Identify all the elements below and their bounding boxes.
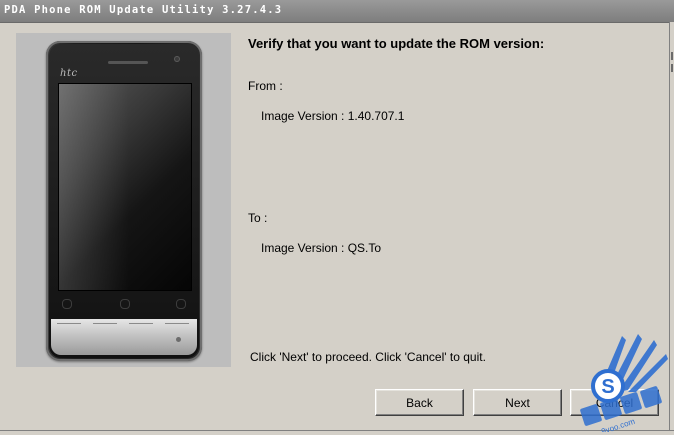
phone-speaker — [108, 61, 148, 64]
from-image-version: Image Version : 1.40.707.1 — [261, 109, 405, 123]
hardware-key — [129, 323, 153, 330]
window-title: PDA Phone ROM Update Utility 3.27.4.3 — [4, 4, 283, 16]
to-image-version: Image Version : QS.To — [261, 241, 382, 255]
cancel-button[interactable]: Cancel — [570, 389, 659, 416]
phone-illustration: htc — [46, 41, 202, 361]
from-label: From : — [248, 79, 283, 93]
device-image-panel: htc — [16, 33, 231, 367]
phone-chin — [51, 319, 197, 355]
touch-key-icon — [176, 299, 186, 309]
touch-key-icon — [120, 299, 130, 309]
page-heading: Verify that you want to update the ROM v… — [248, 36, 545, 51]
hardware-key — [57, 323, 81, 330]
next-button[interactable]: Next — [473, 389, 562, 416]
title-bar[interactable]: PDA Phone ROM Update Utility 3.27.4.3 — [0, 0, 674, 23]
phone-hardware-keys — [57, 323, 191, 331]
touch-key-icon — [62, 299, 72, 309]
rom-update-window: PDA Phone ROM Update Utility 3.27.4.3 ht… — [0, 0, 674, 435]
watermark-logo: S 9yoo.com — [580, 334, 668, 432]
edge-mark — [671, 64, 673, 72]
window-bottom-edge — [0, 430, 674, 435]
wing-icon — [598, 334, 668, 392]
window-right-edge — [669, 22, 674, 435]
edge-mark — [671, 52, 673, 60]
instruction-text: Click 'Next' to proceed. Click 'Cancel' … — [250, 350, 486, 364]
phone-touch-keys — [58, 297, 190, 311]
phone-screen — [58, 83, 192, 291]
phone-camera — [174, 56, 180, 62]
hardware-key — [165, 323, 189, 330]
screen-glare — [59, 84, 129, 290]
hardware-key — [93, 323, 117, 330]
back-button[interactable]: Back — [375, 389, 464, 416]
phone-led — [176, 337, 181, 342]
phone-brand-logo: htc — [60, 68, 78, 79]
to-label: To : — [248, 211, 268, 225]
